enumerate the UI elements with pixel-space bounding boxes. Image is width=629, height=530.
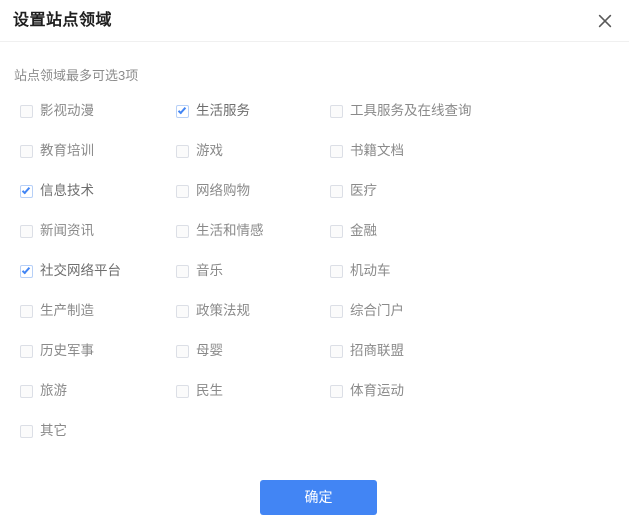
- domain-option-label: 影视动漫: [40, 103, 94, 118]
- checkbox-icon[interactable]: [176, 224, 189, 238]
- domain-option[interactable]: 其它: [20, 420, 67, 442]
- checkbox-icon[interactable]: [176, 384, 189, 398]
- checkbox-icon[interactable]: [176, 344, 189, 358]
- checkbox-checked-icon[interactable]: [176, 104, 189, 118]
- checkbox-icon[interactable]: [330, 224, 343, 238]
- checkbox-icon[interactable]: [20, 224, 33, 238]
- domain-option[interactable]: 教育培训: [20, 140, 94, 162]
- domain-option-label: 音乐: [196, 263, 223, 278]
- checkbox-icon[interactable]: [20, 304, 33, 318]
- domain-option[interactable]: 体育运动: [330, 380, 404, 402]
- option-row: 教育培训 游戏 书籍文档: [0, 140, 629, 180]
- checkbox-icon[interactable]: [330, 304, 343, 318]
- domain-option[interactable]: 生活和情感: [176, 220, 264, 242]
- option-row: 生产制造 政策法规 综合门户: [0, 300, 629, 340]
- checkbox-icon[interactable]: [330, 144, 343, 158]
- domain-options-grid: 影视动漫 生活服务 工具服务及在线查询教育培训 游戏 书籍文档信息技术 网络购物 医疗新闻资…: [0, 100, 629, 460]
- option-row: 影视动漫 生活服务 工具服务及在线查询: [0, 100, 629, 140]
- domain-option-label: 生活服务: [196, 103, 250, 118]
- checkbox-checked-icon[interactable]: [20, 264, 33, 278]
- checkbox-icon[interactable]: [330, 264, 343, 278]
- domain-option-label: 信息技术: [40, 183, 94, 198]
- domain-option-label: 其它: [40, 423, 67, 438]
- checkbox-icon[interactable]: [176, 144, 189, 158]
- selection-hint: 站点领域最多可选3项: [14, 68, 139, 83]
- domain-option[interactable]: 医疗: [330, 180, 377, 202]
- option-row: 其它: [0, 420, 629, 460]
- domain-option-label: 民生: [196, 383, 223, 398]
- domain-option[interactable]: 音乐: [176, 260, 223, 282]
- dialog-header: 设置站点领域: [0, 0, 629, 42]
- domain-option[interactable]: 生产制造: [20, 300, 94, 322]
- domain-option-label: 社交网络平台: [40, 263, 121, 278]
- domain-option-label: 新闻资讯: [40, 223, 94, 238]
- close-icon: [597, 13, 613, 29]
- checkbox-icon[interactable]: [20, 104, 33, 118]
- checkbox-icon[interactable]: [330, 344, 343, 358]
- domain-option-label: 综合门户: [350, 303, 404, 318]
- domain-option-label: 医疗: [350, 183, 377, 198]
- domain-option-label: 招商联盟: [350, 343, 404, 358]
- domain-option[interactable]: 影视动漫: [20, 100, 94, 122]
- domain-option-label: 教育培训: [40, 143, 94, 158]
- option-row: 历史军事 母婴 招商联盟: [0, 340, 629, 380]
- site-domain-dialog: 设置站点领域 站点领域最多可选3项 影视动漫 生活服务 工具服务及在线查询教育培训 游…: [0, 0, 629, 530]
- domain-option[interactable]: 政策法规: [176, 300, 250, 322]
- domain-option[interactable]: 生活服务: [176, 100, 250, 122]
- page-title: 设置站点领域: [13, 12, 113, 29]
- option-row: 社交网络平台 音乐 机动车: [0, 260, 629, 300]
- domain-option-label: 游戏: [196, 143, 223, 158]
- checkbox-icon[interactable]: [20, 384, 33, 398]
- domain-option-label: 生产制造: [40, 303, 94, 318]
- checkbox-icon[interactable]: [176, 184, 189, 198]
- domain-option-label: 旅游: [40, 383, 67, 398]
- domain-option[interactable]: 母婴: [176, 340, 223, 362]
- domain-option[interactable]: 旅游: [20, 380, 67, 402]
- domain-option[interactable]: 机动车: [330, 260, 391, 282]
- checkbox-icon[interactable]: [330, 104, 343, 118]
- close-button[interactable]: [591, 7, 619, 35]
- domain-option-label: 生活和情感: [196, 223, 264, 238]
- domain-option[interactable]: 历史军事: [20, 340, 94, 362]
- domain-option[interactable]: 网络购物: [176, 180, 250, 202]
- option-row: 信息技术 网络购物 医疗: [0, 180, 629, 220]
- domain-option-label: 历史军事: [40, 343, 94, 358]
- domain-option-label: 母婴: [196, 343, 223, 358]
- option-row: 新闻资讯 生活和情感 金融: [0, 220, 629, 260]
- domain-option[interactable]: 新闻资讯: [20, 220, 94, 242]
- checkbox-checked-icon[interactable]: [20, 184, 33, 198]
- domain-option-label: 政策法规: [196, 303, 250, 318]
- domain-option[interactable]: 游戏: [176, 140, 223, 162]
- checkbox-icon[interactable]: [176, 304, 189, 318]
- domain-option[interactable]: 信息技术: [20, 180, 94, 202]
- checkbox-icon[interactable]: [20, 424, 33, 438]
- domain-option-label: 网络购物: [196, 183, 250, 198]
- domain-option-label: 工具服务及在线查询: [350, 103, 472, 118]
- domain-option[interactable]: 书籍文档: [330, 140, 404, 162]
- checkbox-icon[interactable]: [20, 344, 33, 358]
- option-row: 旅游 民生 体育运动: [0, 380, 629, 420]
- domain-option-label: 书籍文档: [350, 143, 404, 158]
- domain-option[interactable]: 招商联盟: [330, 340, 404, 362]
- domain-option[interactable]: 工具服务及在线查询: [330, 100, 472, 122]
- confirm-button[interactable]: 确定: [260, 480, 377, 515]
- domain-option[interactable]: 综合门户: [330, 300, 404, 322]
- checkbox-icon[interactable]: [330, 384, 343, 398]
- domain-option[interactable]: 社交网络平台: [20, 260, 121, 282]
- checkbox-icon[interactable]: [20, 144, 33, 158]
- domain-option-label: 机动车: [350, 263, 391, 278]
- domain-option-label: 体育运动: [350, 383, 404, 398]
- checkbox-icon[interactable]: [330, 184, 343, 198]
- checkbox-icon[interactable]: [176, 264, 189, 278]
- domain-option[interactable]: 民生: [176, 380, 223, 402]
- dialog-footer: 确定: [0, 470, 629, 530]
- domain-option-label: 金融: [350, 223, 377, 238]
- domain-option[interactable]: 金融: [330, 220, 377, 242]
